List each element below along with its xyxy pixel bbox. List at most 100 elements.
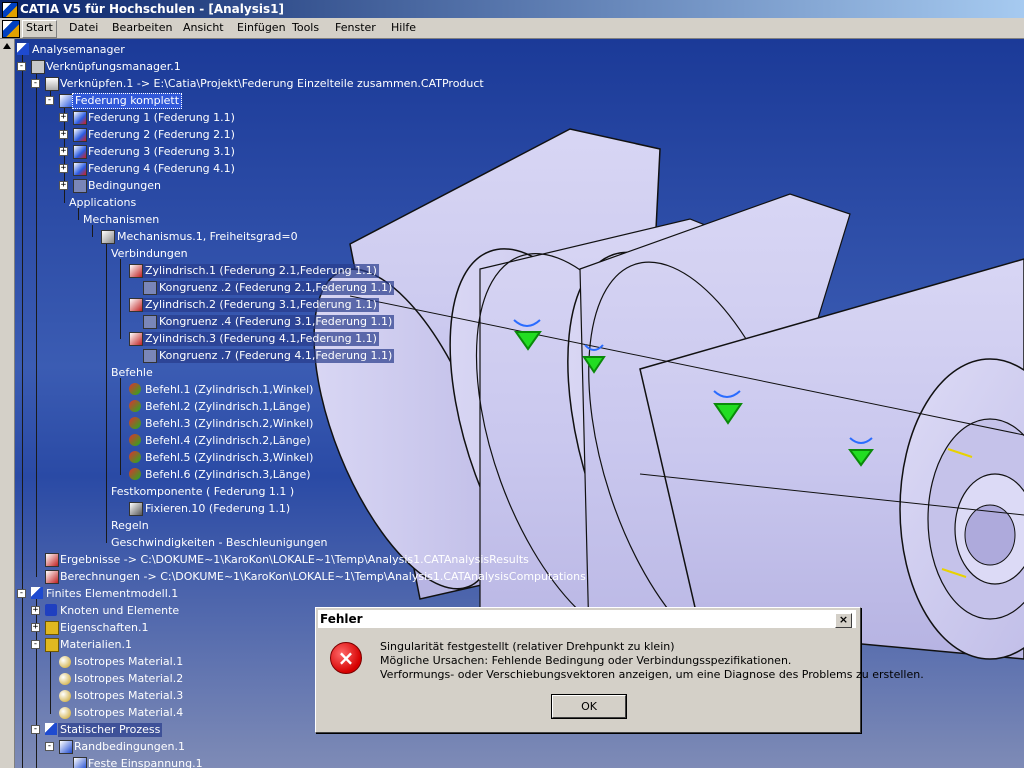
- tree-node-isotropes-material-3[interactable]: Isotropes Material.3: [72, 689, 185, 703]
- command-icon: [129, 468, 141, 480]
- restraints-icon: [59, 740, 73, 754]
- tree-connector: [120, 259, 121, 339]
- collapse-toggle[interactable]: -: [31, 725, 40, 734]
- tree-node-isotropes-material-1[interactable]: Isotropes Material.1: [72, 655, 185, 669]
- mesh-icon: [45, 604, 57, 616]
- tree-node-eigenschaften[interactable]: Eigenschaften.1: [58, 621, 150, 635]
- tree-node-festkomponente[interactable]: Festkomponente ( Federung 1.1 ): [109, 485, 296, 499]
- expand-toggle[interactable]: +: [31, 623, 40, 632]
- tree-node-mechanismen[interactable]: Mechanismen: [81, 213, 161, 227]
- tree-node-bedingungen[interactable]: Bedingungen: [86, 179, 163, 193]
- tree-node-fixieren[interactable]: Fixieren.10 (Federung 1.1): [143, 502, 292, 516]
- tree-node-befehl-2[interactable]: Befehl.2 (Zylindrisch.1,Länge): [143, 400, 313, 414]
- command-icon: [129, 400, 141, 412]
- expand-toggle[interactable]: +: [59, 113, 68, 122]
- tree-node-kongruenz-2[interactable]: Kongruenz .2 (Federung 2.1,Federung 1.1): [157, 281, 395, 295]
- tree-node-befehl-5[interactable]: Befehl.5 (Zylindrisch.3,Winkel): [143, 451, 315, 465]
- tree-node-verknuepfen[interactable]: Verknüpfen.1 -> E:\Catia\Projekt\Federun…: [58, 77, 486, 91]
- tree-node-kongruenz-4[interactable]: Kongruenz .4 (Federung 3.1,Federung 1.1): [157, 315, 395, 329]
- error-icon: ×: [330, 642, 362, 674]
- material-sphere-icon: [59, 707, 71, 719]
- folder-icon: [45, 638, 59, 652]
- material-sphere-icon: [59, 656, 71, 668]
- menu-tools[interactable]: Tools: [289, 20, 322, 36]
- tree-node-ergebnisse[interactable]: Ergebnisse -> C:\DOKUME~1\KaroKon\LOKALE…: [58, 553, 531, 567]
- tree-connector: [50, 650, 51, 714]
- collapse-toggle[interactable]: -: [17, 62, 26, 71]
- menu-start[interactable]: Start: [22, 20, 57, 38]
- coincidence-icon: [143, 281, 157, 295]
- collapse-toggle[interactable]: -: [31, 640, 40, 649]
- tree-node-verbindungen[interactable]: Verbindungen: [109, 247, 190, 261]
- material-sphere-icon: [59, 673, 71, 685]
- tree-node-federung-3[interactable]: Federung 3 (Federung 3.1): [86, 145, 237, 159]
- command-icon: [129, 434, 141, 446]
- tree-node-isotropes-material-4[interactable]: Isotropes Material.4: [72, 706, 185, 720]
- tree-node-federung-2[interactable]: Federung 2 (Federung 2.1): [86, 128, 237, 142]
- tree-scrollbar[interactable]: [0, 39, 15, 768]
- tree-node-analysemanager[interactable]: Analysemanager: [30, 43, 127, 57]
- tree-node-statischer-prozess[interactable]: Statischer Prozess: [58, 723, 163, 737]
- tree-node-kongruenz-7[interactable]: Kongruenz .7 (Federung 4.1,Federung 1.1): [157, 349, 395, 363]
- scroll-up-arrow-icon[interactable]: [3, 43, 11, 49]
- error-dialog: Fehler × × Singularität festgestellt (re…: [315, 607, 924, 733]
- menu-bearbeiten[interactable]: Bearbeiten: [109, 20, 175, 36]
- expand-toggle[interactable]: +: [59, 164, 68, 173]
- static-case-icon: [45, 723, 57, 735]
- menu-fenster[interactable]: Fenster: [332, 20, 379, 36]
- expand-toggle[interactable]: +: [59, 181, 68, 190]
- menu-bar: Start Datei Bearbeiten Ansicht Einfügen …: [0, 18, 1024, 39]
- tree-node-applications[interactable]: Applications: [67, 196, 138, 210]
- tree-node-federung-komplett[interactable]: Federung komplett: [72, 93, 183, 109]
- expand-toggle[interactable]: +: [59, 130, 68, 139]
- tree-node-isotropes-material-2[interactable]: Isotropes Material.2: [72, 672, 185, 686]
- tree-node-federung-1[interactable]: Federung 1 (Federung 1.1): [86, 111, 237, 125]
- menu-hilfe[interactable]: Hilfe: [388, 20, 419, 36]
- tree-node-federung-4[interactable]: Federung 4 (Federung 4.1): [86, 162, 237, 176]
- command-icon: [129, 451, 141, 463]
- tree-node-knoten-und-elemente[interactable]: Knoten und Elemente: [58, 604, 181, 618]
- coincidence-icon: [143, 349, 157, 363]
- tree-node-befehl-1[interactable]: Befehl.1 (Zylindrisch.1,Winkel): [143, 383, 315, 397]
- catia-menu-icon[interactable]: [2, 20, 20, 38]
- dialog-close-button[interactable]: ×: [835, 613, 852, 628]
- tree-node-befehle[interactable]: Befehle: [109, 366, 155, 380]
- tree-connector: [120, 378, 121, 475]
- tree-node-befehl-6[interactable]: Befehl.6 (Zylindrisch.3,Länge): [143, 468, 313, 482]
- tree-node-berechnungen[interactable]: Berechnungen -> C:\DOKUME~1\KaroKon\LOKA…: [58, 570, 588, 584]
- tree-node-zylindrisch-2[interactable]: Zylindrisch.2 (Federung 3.1,Federung 1.1…: [143, 298, 379, 312]
- command-icon: [129, 417, 141, 429]
- tree-node-verknuepfungsmanager[interactable]: Verknüpfungsmanager.1: [44, 60, 183, 74]
- cylindrical-joint-icon: [129, 298, 143, 312]
- tree-node-mechanismus[interactable]: Mechanismus.1, Freiheitsgrad=0: [115, 230, 300, 244]
- tree-node-geschwindigkeiten[interactable]: Geschwindigkeiten - Beschleunigungen: [109, 536, 329, 550]
- expand-toggle[interactable]: +: [59, 147, 68, 156]
- results-icon: [45, 553, 59, 567]
- tree-connector: [22, 54, 23, 768]
- folder-icon: [45, 621, 59, 635]
- tree-node-zylindrisch-1[interactable]: Zylindrisch.1 (Federung 2.1,Federung 1.1…: [143, 264, 379, 278]
- ok-button[interactable]: OK: [551, 694, 627, 719]
- tree-node-zylindrisch-3[interactable]: Zylindrisch.3 (Federung 4.1,Federung 1.1…: [143, 332, 379, 346]
- tree-node-finites-elementmodell[interactable]: Finites Elementmodell.1: [44, 587, 180, 601]
- tree-node-befehl-3[interactable]: Befehl.3 (Zylindrisch.2,Winkel): [143, 417, 315, 431]
- expand-toggle[interactable]: +: [31, 606, 40, 615]
- collapse-toggle[interactable]: -: [31, 79, 40, 88]
- fem-model-icon: [31, 587, 43, 599]
- tree-node-materialien[interactable]: Materialien.1: [58, 638, 134, 652]
- menu-ansicht[interactable]: Ansicht: [180, 20, 227, 36]
- clamp-icon: [73, 757, 87, 768]
- collapse-toggle[interactable]: -: [45, 742, 54, 751]
- tree-node-randbedingungen[interactable]: Randbedingungen.1: [72, 740, 187, 754]
- part-icon: [73, 128, 87, 142]
- dialog-title: Fehler: [320, 612, 363, 626]
- collapse-toggle[interactable]: -: [45, 96, 54, 105]
- collapse-toggle[interactable]: -: [17, 589, 26, 598]
- tree-node-feste-einspannung[interactable]: Feste Einspannung.1: [86, 757, 205, 768]
- material-sphere-icon: [59, 690, 71, 702]
- menu-einfuegen[interactable]: Einfügen: [234, 20, 289, 36]
- tree-node-befehl-4[interactable]: Befehl.4 (Zylindrisch.2,Länge): [143, 434, 313, 448]
- tree-node-regeln[interactable]: Regeln: [109, 519, 151, 533]
- tree-connector: [106, 242, 107, 543]
- menu-datei[interactable]: Datei: [66, 20, 101, 36]
